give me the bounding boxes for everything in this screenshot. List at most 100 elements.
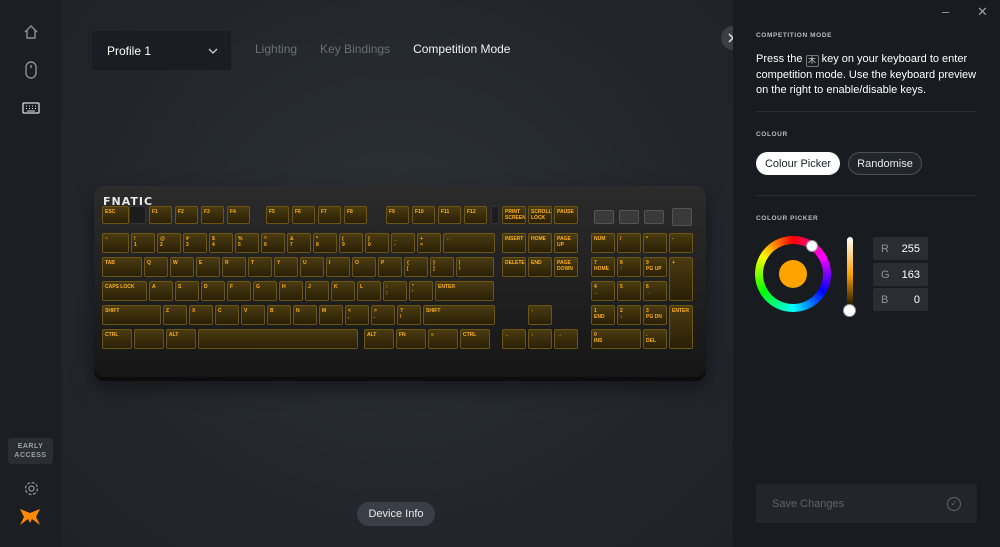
keyboard-key[interactable]: 1 END (591, 305, 615, 325)
green-input[interactable]: G 163 (873, 263, 928, 286)
keyboard-key[interactable]: O (352, 257, 376, 277)
keyboard-key[interactable]: ↑ (528, 305, 552, 325)
keyboard-key[interactable]: S (175, 281, 199, 301)
keyboard-key[interactable]: N (293, 305, 317, 325)
keyboard-key[interactable]: ENTER (669, 305, 693, 349)
keyboard-key[interactable]: 7 HOME (591, 257, 615, 277)
blue-input[interactable]: B 0 (873, 288, 928, 311)
keyboard-key[interactable]: ^ 6 (261, 233, 285, 253)
keyboard-key[interactable]: PAGE DOWN (554, 257, 578, 277)
keyboard-key[interactable]: A (149, 281, 173, 301)
keyboard-key[interactable]: ESC (102, 206, 129, 224)
keyboard-key[interactable]: % 5 (235, 233, 259, 253)
keyboard-key[interactable]: X (189, 305, 213, 325)
keyboard-key[interactable]: NUM (591, 233, 615, 253)
keyboard-key[interactable]: F1 (149, 206, 172, 224)
media-key[interactable] (619, 210, 639, 224)
keyboard-key[interactable]: - (669, 233, 693, 253)
keyboard-key[interactable]: ENTER (435, 281, 494, 301)
keyboard-key[interactable]: ← (502, 329, 526, 349)
keyboard-key[interactable]: CAPS LOCK (102, 281, 147, 301)
keyboard-key[interactable]: F6 (292, 206, 315, 224)
keyboard-key[interactable]: | \ (456, 257, 494, 277)
keyboard-key[interactable]: PAUSE (554, 206, 578, 224)
keyboard-key[interactable]: F3 (201, 206, 224, 224)
keyboard-key[interactable]: INSERT (502, 233, 526, 253)
gear-icon[interactable] (18, 474, 44, 502)
keyboard-key[interactable]: TAB (102, 257, 142, 277)
keyboard-key[interactable]: SCROLL LOCK (528, 206, 552, 224)
keyboard-key[interactable]: . DEL (643, 329, 667, 349)
home-icon[interactable] (13, 18, 49, 46)
keyboard-key[interactable]: F8 (344, 206, 367, 224)
minimize-button[interactable]: – (942, 4, 949, 19)
keyboard-key[interactable]: <, (345, 305, 369, 325)
keyboard-key[interactable]: + (669, 257, 693, 301)
keyboard-key[interactable]: * 8 (313, 233, 337, 253)
keyboard-key[interactable]: }] (430, 257, 454, 277)
device-info-button[interactable]: Device Info (357, 502, 435, 526)
keyboard-key[interactable]: F5 (266, 206, 289, 224)
keyboard-key[interactable]: 3 PG DN (643, 305, 667, 325)
keyboard-key[interactable]: $4 (209, 233, 233, 253)
save-changes-button[interactable]: Save Changes ✓ (756, 484, 977, 523)
keyboard-key[interactable]: 2 ↓ (617, 305, 641, 325)
keyboard-key[interactable]: ) 0 (365, 233, 389, 253)
keyboard-key[interactable]: :; (383, 281, 407, 301)
keyboard-key[interactable]: Q (144, 257, 168, 277)
keyboard-key[interactable]: R (222, 257, 246, 277)
keyboard-key[interactable]: @2 (157, 233, 181, 253)
keyboard-key[interactable]: Z (163, 305, 187, 325)
keyboard-key[interactable]: " ' (409, 281, 433, 301)
keyboard-key[interactable]: 5 (617, 281, 641, 301)
volume-wheel[interactable] (672, 208, 692, 226)
keyboard-key[interactable]: F2 (175, 206, 198, 224)
keyboard-key[interactable]: ≡ (428, 329, 458, 349)
keyboard-key[interactable]: 6 → (643, 281, 667, 301)
brightness-slider[interactable] (843, 237, 856, 317)
keyboard-key[interactable]: Y (274, 257, 298, 277)
keyboard-key[interactable]: U (300, 257, 324, 277)
keyboard-key[interactable]: SHIFT (102, 305, 161, 325)
keyboard-key[interactable]: #3 (183, 233, 207, 253)
keyboard-key[interactable]: P (378, 257, 402, 277)
keyboard-key[interactable]: F (227, 281, 251, 301)
media-key[interactable] (644, 210, 664, 224)
keyboard-key[interactable]: K (331, 281, 355, 301)
keyboard-key[interactable]: & 7 (287, 233, 311, 253)
tab-lighting[interactable]: Lighting (255, 42, 297, 56)
keyboard-key[interactable]: CTRL (102, 329, 132, 349)
keyboard-key[interactable]: SHIFT (423, 305, 495, 325)
keyboard-key[interactable]: ALT (166, 329, 196, 349)
mouse-icon[interactable] (13, 56, 49, 84)
keyboard-key[interactable]: FN (396, 329, 426, 349)
keyboard-key[interactable]: E (196, 257, 220, 277)
keyboard-key[interactable]: {[ (404, 257, 428, 277)
keyboard-key[interactable]: → (554, 329, 578, 349)
red-input[interactable]: R 255 (873, 237, 928, 260)
keyboard-key[interactable]: HOME (528, 233, 552, 253)
keyboard-key[interactable]: * (643, 233, 667, 253)
colour-picker-button[interactable]: Colour Picker (756, 152, 840, 175)
keyboard-key[interactable]: >. (371, 305, 395, 325)
keyboard-key[interactable]: L (357, 281, 381, 301)
brightness-slider-knob[interactable] (843, 304, 856, 317)
window-close-button[interactable]: ✕ (977, 4, 988, 20)
keyboard-key[interactable]: 4 ← (591, 281, 615, 301)
keyboard-key[interactable] (198, 329, 358, 349)
keyboard-key[interactable]: ? / (397, 305, 421, 325)
keyboard-key[interactable]: ← (443, 233, 495, 253)
profile-dropdown[interactable]: Profile 1 (92, 31, 231, 70)
keyboard-key[interactable]: / (617, 233, 641, 253)
keyboard-key[interactable]: 9 PG UP (643, 257, 667, 277)
media-key[interactable] (594, 210, 614, 224)
keyboard-key[interactable]: C (215, 305, 239, 325)
keyboard-key[interactable]: B (267, 305, 291, 325)
keyboard-key[interactable]: ALT (364, 329, 394, 349)
keyboard-icon[interactable] (13, 94, 49, 122)
keyboard-key[interactable]: V (241, 305, 265, 325)
keyboard-key[interactable]: ! 1 (131, 233, 155, 253)
keyboard-key[interactable]: F12 (464, 206, 487, 224)
randomise-button[interactable]: Randomise (848, 152, 922, 175)
keyboard-key[interactable]: H (279, 281, 303, 301)
